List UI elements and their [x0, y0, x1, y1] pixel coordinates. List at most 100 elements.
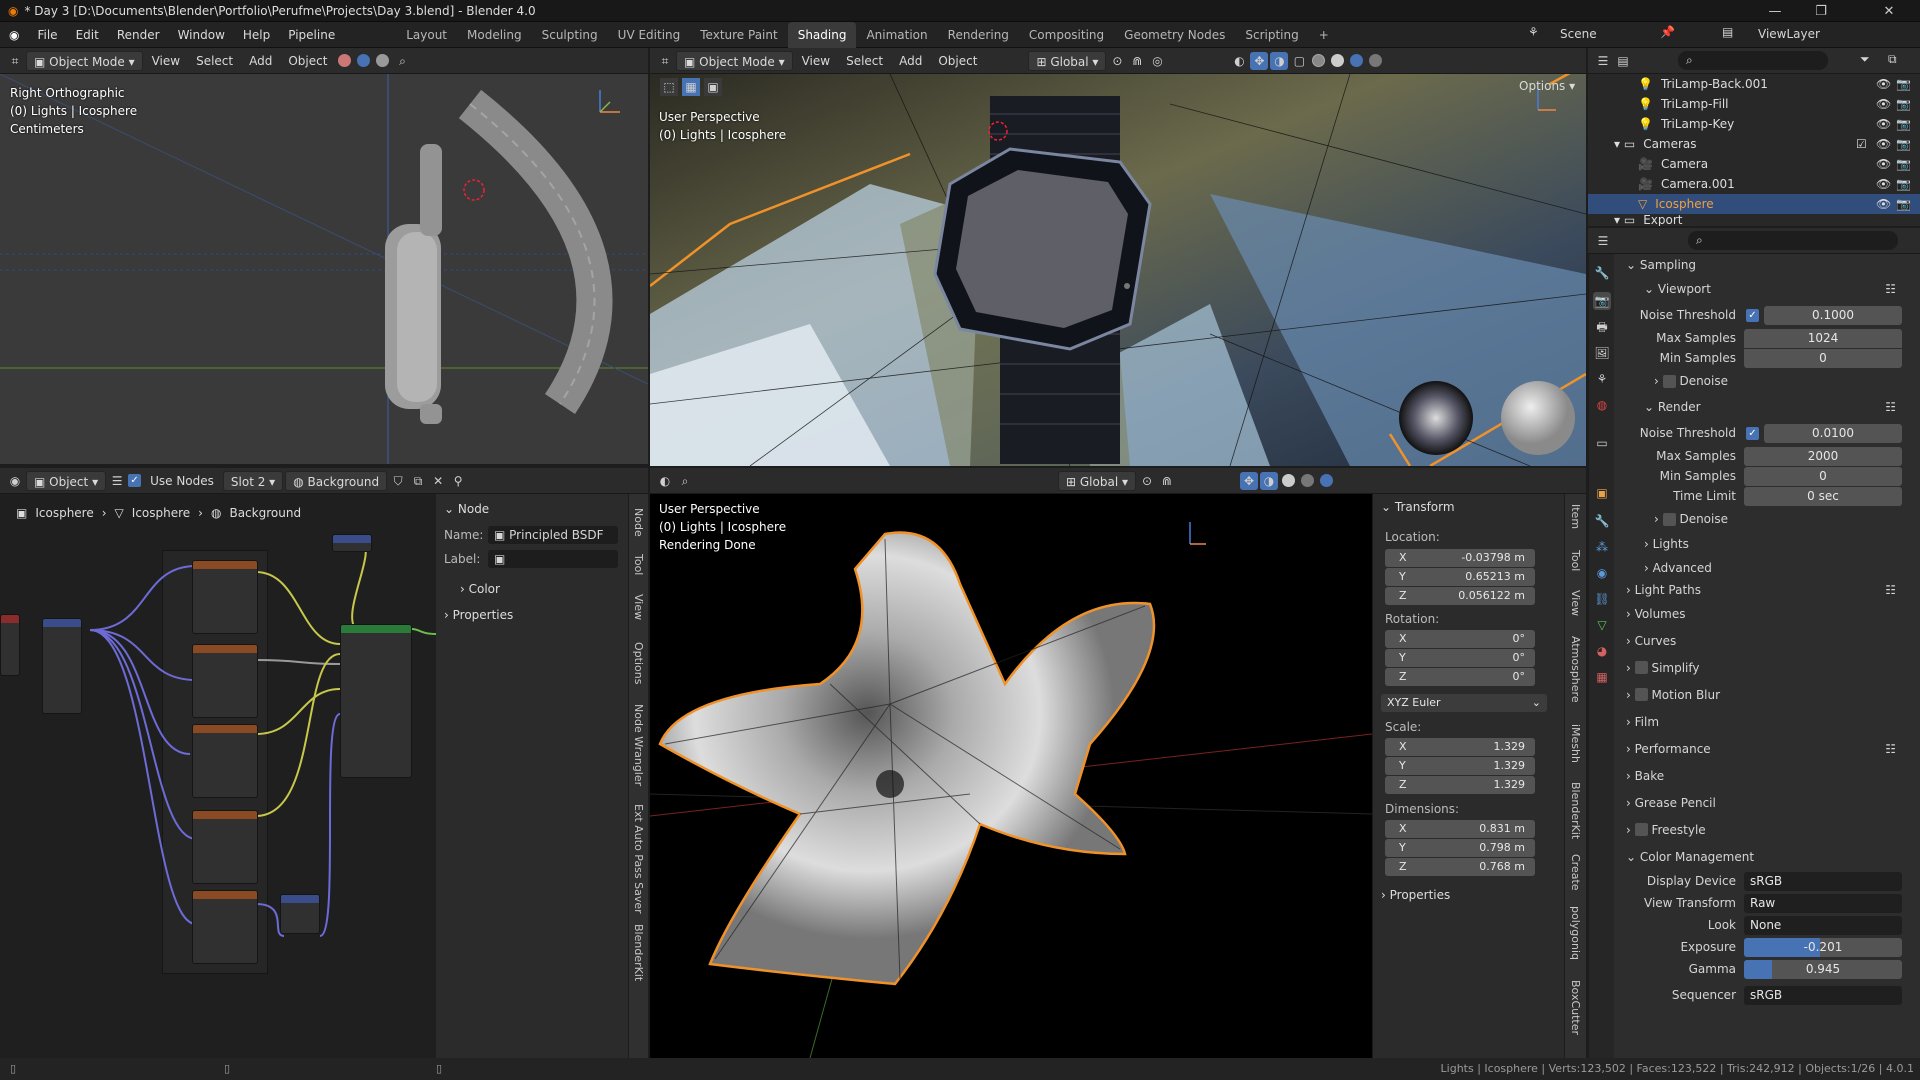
collection-tab-icon[interactable]: ▭	[1593, 434, 1611, 452]
tab-atmosphere[interactable]: Atmosphere	[1569, 636, 1582, 703]
shading-wire-icon[interactable]	[1312, 54, 1326, 67]
curves-panel[interactable]: › Curves	[1614, 627, 1920, 654]
tab-imeshh[interactable]: iMeshh	[1569, 724, 1582, 763]
tab-geometry-nodes[interactable]: Geometry Nodes	[1114, 22, 1235, 48]
outliner-row[interactable]: ▾ ▭ Cameras ☑ 👁 📷	[1588, 134, 1920, 154]
tab-scripting[interactable]: Scripting	[1235, 22, 1308, 48]
display-mode-icon[interactable]: ▤	[1614, 52, 1632, 70]
r-denoise-checkbox[interactable]	[1662, 512, 1676, 526]
add-workspace-icon[interactable]: +	[1309, 22, 1339, 48]
tab-polygoniq[interactable]: polygoniq	[1569, 906, 1582, 960]
view-layer-name[interactable]: ViewLayer	[1758, 27, 1820, 41]
outliner-row[interactable]: ▾ ▭ Export	[1588, 214, 1920, 226]
view-layer-tab-icon[interactable]: 🖼	[1593, 344, 1611, 362]
gizmo-icon[interactable]: ✥	[1240, 471, 1258, 490]
node-name-field[interactable]: ▣ Principled BSDF	[488, 526, 618, 544]
unlink-icon[interactable]: ✕	[429, 472, 447, 490]
sampling-panel[interactable]: ⌄ Sampling	[1614, 254, 1920, 276]
dimensions-z-field[interactable]: Z 0.768 m	[1385, 858, 1535, 876]
tab-node-wrangler[interactable]: Node Wrangler	[632, 704, 645, 786]
node-normal-map[interactable]	[280, 894, 320, 934]
data-tab-icon[interactable]: ▽	[1593, 616, 1611, 634]
dimensions-x-field[interactable]: X 0.831 m	[1385, 820, 1535, 838]
transform-header[interactable]: ⌄ Transform	[1381, 500, 1455, 514]
menu-icon[interactable]: ☰	[108, 472, 126, 490]
checkbox-icon[interactable]: ☑	[1856, 137, 1867, 151]
menu-help[interactable]: Help	[234, 22, 279, 48]
preset-list-icon[interactable]: ☷	[1885, 742, 1896, 756]
viewport-subpanel[interactable]: ⌄ Viewport ☷	[1614, 276, 1920, 302]
color-management-panel[interactable]: ⌄ Color Management	[1614, 843, 1920, 870]
node-texture-coordinate[interactable]	[0, 614, 20, 676]
tab-ext-auto-pass-saver[interactable]: Ext Auto Pass Saver	[632, 804, 645, 914]
outliner-row[interactable]: 🎥 Camera 👁 📷	[1588, 154, 1920, 174]
scene-name[interactable]: Scene	[1560, 27, 1597, 41]
node-image-texture[interactable]	[192, 560, 258, 634]
r-min-field[interactable]: 0	[1744, 466, 1902, 486]
left-menu-select[interactable]: Select	[189, 51, 240, 71]
freestyle-panel[interactable]: › Freestyle	[1614, 816, 1920, 843]
time-limit-field[interactable]: 0 sec	[1744, 486, 1902, 506]
render-icon[interactable]: 📷	[1896, 117, 1911, 131]
tab-options[interactable]: Options	[632, 642, 645, 684]
search-icon[interactable]: ⌕	[676, 472, 694, 490]
light-paths-panel[interactable]: › Light Paths ☷	[1614, 580, 1920, 600]
node-section-header[interactable]: ⌄ Node	[444, 502, 489, 516]
render-orientation-dropdown[interactable]: ⊞ Global ▾	[1058, 470, 1136, 491]
left-menu-object[interactable]: Object	[281, 51, 334, 71]
tab-animation[interactable]: Animation	[856, 22, 937, 48]
motion-blur-panel[interactable]: › Motion Blur	[1614, 681, 1920, 708]
r-max-field[interactable]: 2000	[1744, 446, 1902, 466]
snap-icon[interactable]: ⋒	[1158, 472, 1176, 490]
left-menu-view[interactable]: View	[145, 51, 187, 71]
filter-icon[interactable]: ⏷	[1860, 52, 1870, 67]
tab-create[interactable]: Create	[1569, 854, 1582, 891]
material-tab-icon[interactable]: ◕	[1593, 642, 1611, 660]
tab-view[interactable]: View	[632, 594, 645, 620]
properties-editor-icon[interactable]: ☰	[1594, 232, 1612, 250]
shading-render-icon[interactable]	[1320, 474, 1333, 487]
tab-uv-editing[interactable]: UV Editing	[608, 22, 691, 48]
shading-solid-icon[interactable]	[338, 54, 352, 67]
pin-icon[interactable]: ⚲	[449, 472, 467, 490]
use-nodes-checkbox[interactable]: ✓	[128, 474, 142, 487]
eye-icon[interactable]: 👁	[1876, 137, 1891, 151]
location-y-field[interactable]: Y 0.65213 m	[1385, 568, 1535, 586]
eye-icon[interactable]: 👁	[1876, 77, 1891, 91]
tab-node[interactable]: Node	[632, 508, 645, 537]
sequencer-dropdown[interactable]: sRGB	[1744, 985, 1902, 1005]
tab-item[interactable]: Item	[1569, 504, 1582, 529]
performance-panel[interactable]: › Performance ☷	[1614, 735, 1920, 762]
outliner-row[interactable]: 🎥 Camera.001 👁 📷	[1588, 174, 1920, 194]
render-icon[interactable]: 📷	[1896, 197, 1911, 211]
tool-tab-icon[interactable]: 🔧	[1593, 264, 1611, 282]
world-selector[interactable]: ◍ Background	[285, 470, 388, 491]
tab-modeling[interactable]: Modeling	[457, 22, 532, 48]
tab-texture-paint[interactable]: Texture Paint	[690, 22, 787, 48]
select-box-icon[interactable]: ▦	[682, 78, 700, 96]
view-transform-dropdown[interactable]: Raw	[1744, 893, 1902, 913]
r-denoise-row[interactable]: › Denoise	[1614, 506, 1920, 532]
left-menu-add[interactable]: Add	[242, 51, 279, 71]
outliner-row[interactable]: 💡 TriLamp-Back.001 👁 📷	[1588, 74, 1920, 94]
eye-icon[interactable]: 👁	[1876, 117, 1891, 131]
render-icon[interactable]: 📷	[1896, 157, 1911, 171]
node-editor-type-icon[interactable]: ◉	[6, 472, 24, 490]
vp-max-field[interactable]: 1024	[1744, 328, 1902, 348]
properties-panel[interactable]: › Properties	[444, 608, 513, 622]
r-noise-checkbox[interactable]: ✓	[1746, 426, 1759, 440]
eye-icon[interactable]: 👁	[1876, 157, 1891, 171]
preset-list-icon[interactable]: ☷	[1885, 583, 1896, 597]
transform-properties-panel[interactable]: › Properties	[1381, 888, 1450, 902]
vp-noise-field[interactable]: 0.1000	[1764, 305, 1902, 325]
top-menu-object[interactable]: Object	[931, 51, 984, 71]
tab-layout[interactable]: Layout	[396, 22, 457, 48]
display-device-dropdown[interactable]: sRGB	[1744, 871, 1902, 891]
render-icon[interactable]: 📷	[1896, 137, 1911, 151]
freestyle-checkbox[interactable]	[1634, 823, 1648, 836]
vp-denoise-checkbox[interactable]	[1662, 374, 1676, 388]
node-image-texture[interactable]	[192, 810, 258, 884]
tab-rendering[interactable]: Rendering	[938, 22, 1019, 48]
pivot-icon[interactable]: ⊙	[1138, 472, 1156, 490]
render-subpanel[interactable]: ⌄ Render ☷	[1614, 394, 1920, 420]
